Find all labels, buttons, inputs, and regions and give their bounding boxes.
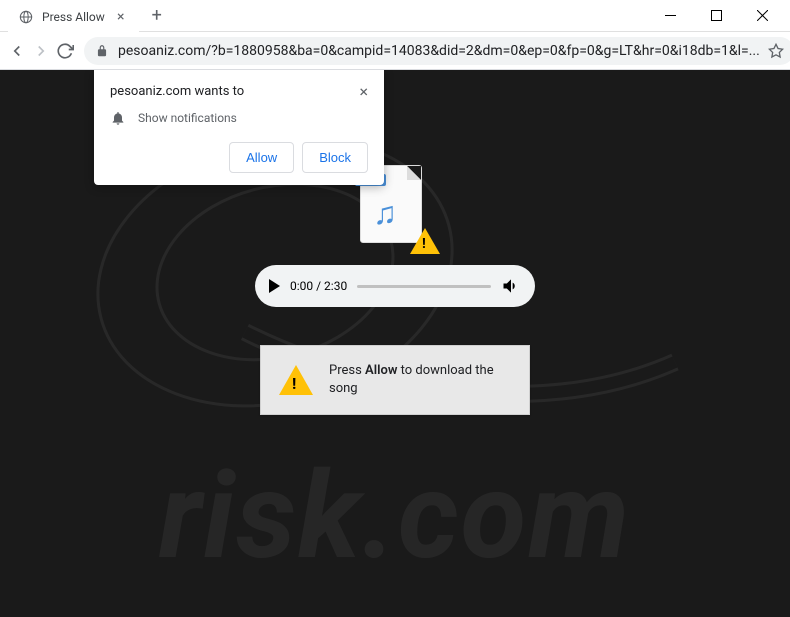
progress-bar[interactable] bbox=[357, 285, 491, 288]
bell-icon bbox=[110, 110, 126, 126]
new-tab-button[interactable]: + bbox=[143, 2, 171, 30]
allow-button[interactable]: Allow bbox=[229, 142, 294, 173]
warning-icon bbox=[279, 365, 313, 395]
block-button[interactable]: Block bbox=[302, 142, 368, 173]
lock-icon bbox=[94, 43, 110, 59]
notification-permission-prompt: pesoaniz.com wants to × Show notificatio… bbox=[94, 70, 384, 185]
maximize-button[interactable] bbox=[702, 2, 730, 30]
page-content: risk.com AUDIO ♫ 0:00 / 2:30 Press Allow… bbox=[0, 70, 790, 617]
instruction-message: Press Allow to download the song bbox=[260, 345, 530, 415]
prompt-origin: pesoaniz.com wants to bbox=[110, 84, 244, 99]
tab-title: Press Allow bbox=[42, 10, 105, 24]
time-display: 0:00 / 2:30 bbox=[290, 279, 347, 293]
browser-toolbar: pesoaniz.com/?b=1880958&ba=0&campid=1408… bbox=[0, 32, 790, 70]
globe-icon bbox=[18, 9, 34, 25]
url-text: pesoaniz.com/?b=1880958&ba=0&campid=1408… bbox=[118, 43, 760, 59]
music-notes-icon: ♫ bbox=[373, 194, 397, 232]
minimize-button[interactable] bbox=[656, 2, 684, 30]
back-button[interactable] bbox=[8, 37, 26, 65]
tab-close-icon[interactable]: × bbox=[113, 9, 129, 25]
forward-button[interactable] bbox=[32, 37, 50, 65]
close-icon[interactable]: × bbox=[359, 84, 368, 100]
browser-tab[interactable]: Press Allow × bbox=[8, 2, 139, 32]
window-controls bbox=[656, 2, 782, 30]
play-button[interactable] bbox=[269, 279, 280, 293]
window-titlebar: Press Allow × + bbox=[0, 0, 790, 32]
audio-player: 0:00 / 2:30 bbox=[255, 265, 535, 307]
permission-label: Show notifications bbox=[138, 111, 237, 125]
instruction-text: Press Allow to download the song bbox=[329, 362, 511, 398]
reload-button[interactable] bbox=[56, 37, 74, 65]
volume-icon[interactable] bbox=[501, 276, 521, 296]
address-bar[interactable]: pesoaniz.com/?b=1880958&ba=0&campid=1408… bbox=[84, 37, 790, 65]
close-window-button[interactable] bbox=[748, 2, 776, 30]
bookmark-star-icon[interactable] bbox=[768, 43, 784, 59]
watermark-text: risk.com bbox=[159, 447, 631, 587]
warning-icon bbox=[410, 228, 440, 254]
